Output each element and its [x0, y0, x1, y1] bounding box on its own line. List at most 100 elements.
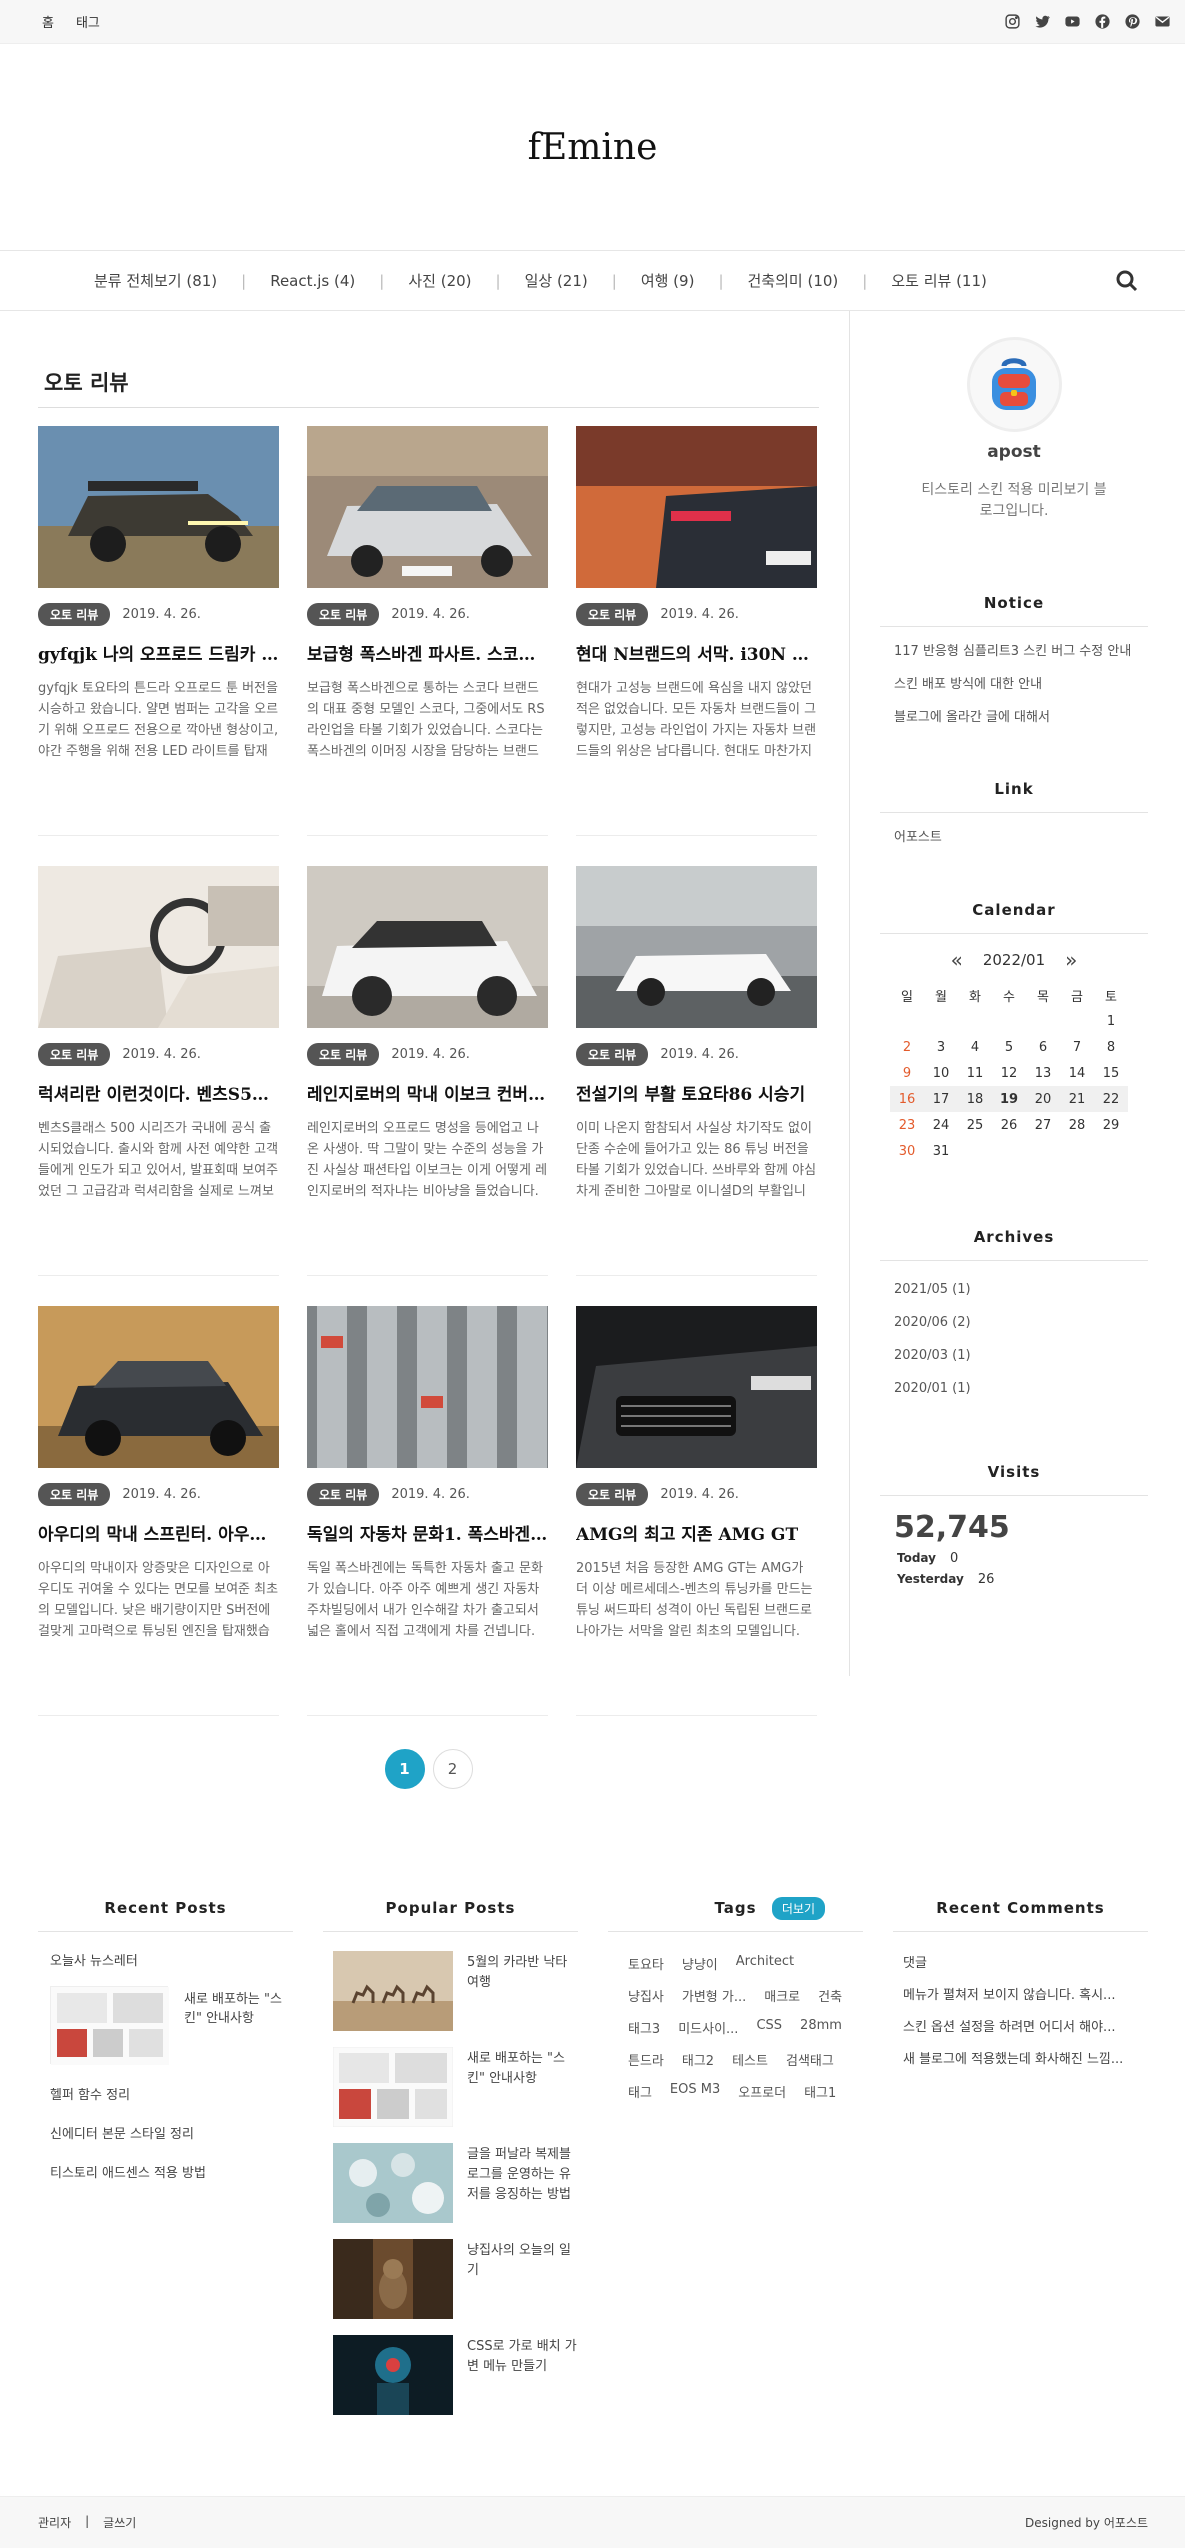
category-badge[interactable]: 오토 리뷰 [576, 1483, 649, 1506]
calendar-day[interactable]: 27 [1026, 1112, 1060, 1138]
next-month-button[interactable]: » [1065, 948, 1077, 972]
category-badge[interactable]: 오토 리뷰 [38, 603, 111, 626]
calendar-day[interactable]: 8 [1094, 1034, 1128, 1060]
notice-item[interactable]: 블로그에 올라간 글에 대해서 [894, 710, 1050, 725]
calendar-day[interactable]: 15 [1094, 1060, 1128, 1086]
post-card[interactable]: 오토 리뷰 2019. 4. 26. 전설기의 부활 토요타86 시승기 이미 나온지… [576, 866, 817, 1276]
calendar-day[interactable]: 19 [992, 1086, 1026, 1112]
category-badge[interactable]: 오토 리뷰 [576, 1043, 649, 1066]
tag-item[interactable]: 태그3 [628, 2018, 660, 2037]
archive-item[interactable]: 2020/01 (1) [894, 1381, 971, 1396]
calendar-day[interactable]: 31 [924, 1138, 958, 1164]
category-badge[interactable]: 오토 리뷰 [38, 1043, 111, 1066]
admin-link[interactable]: 관리자 [38, 2514, 71, 2531]
archive-item[interactable]: 2021/05 (1) [894, 1282, 971, 1297]
notice-item[interactable]: 117 반응형 심플리트3 스킨 버그 수정 안내 [894, 644, 1131, 659]
calendar-day[interactable]: 26 [992, 1112, 1026, 1138]
popular-post-item[interactable]: 새로 배포하는 "스킨" 안내사항 [333, 2047, 578, 2127]
calendar-day[interactable]: 11 [958, 1060, 992, 1086]
calendar-day[interactable]: 9 [890, 1060, 924, 1086]
calendar-day[interactable]: 1 [1094, 1008, 1128, 1034]
post-title[interactable]: 레인지로버의 막내 이보크 컨버터블 [307, 1080, 548, 1105]
archive-item[interactable]: 2020/03 (1) [894, 1348, 971, 1363]
nav-item-daily[interactable]: 일상 (21) [525, 270, 588, 291]
post-card[interactable]: 오토 리뷰 2019. 4. 26. 보급형 폭스바겐 파사트. 스코다 옥타비아보… [307, 426, 548, 836]
popular-post-item[interactable]: 냥집사의 오늘의 일기 [333, 2239, 578, 2319]
category-badge[interactable]: 오토 리뷰 [576, 603, 649, 626]
popular-post-item[interactable]: 5월의 카라반 낙타 여행 [333, 1951, 578, 2031]
pinterest-icon[interactable] [1124, 13, 1141, 30]
post-thumbnail[interactable] [38, 1306, 279, 1468]
nav-item-travel[interactable]: 여행 (9) [641, 270, 695, 291]
youtube-icon[interactable] [1064, 13, 1081, 30]
prev-month-button[interactable]: « [951, 948, 963, 972]
post-title[interactable]: AMG의 최고 지존 AMG GT [576, 1520, 817, 1545]
post-card[interactable]: 오토 리뷰 2019. 4. 26. 레인지로버의 막내 이보크 컨버터블 레인지로버… [307, 866, 548, 1276]
post-card[interactable]: 오토 리뷰 2019. 4. 26. AMG의 최고 지존 AMG GT 2015년 … [576, 1306, 817, 1716]
search-icon[interactable] [1115, 269, 1139, 293]
calendar-day[interactable]: 20 [1026, 1086, 1060, 1112]
calendar-day[interactable]: 29 [1094, 1112, 1128, 1138]
calendar-day[interactable]: 18 [958, 1086, 992, 1112]
post-title[interactable]: 현대 N브랜드의 서막. i30N 패스트백 [576, 640, 817, 665]
calendar-day[interactable]: 14 [1060, 1060, 1094, 1086]
category-badge[interactable]: 오토 리뷰 [307, 1483, 380, 1506]
tag-item[interactable]: 튼드라 [628, 2050, 664, 2069]
calendar-day[interactable]: 12 [992, 1060, 1026, 1086]
calendar-day[interactable]: 6 [1026, 1034, 1060, 1060]
tag-item[interactable]: 테스트 [732, 2050, 768, 2069]
post-title[interactable]: 보급형 폭스바겐 파사트. 스코다 옥타비아 [307, 640, 548, 665]
calendar-day[interactable]: 21 [1060, 1086, 1094, 1112]
post-card[interactable]: 오토 리뷰 2019. 4. 26. gyfqjk 나의 오프로드 드림카 토요타 … [38, 426, 279, 836]
recent-comment-item[interactable]: 새 블로그에 적용했는데 화사해진 느낌... [903, 2052, 1123, 2067]
post-card[interactable]: 오토 리뷰 2019. 4. 26. 아우디의 막내 스프린터. 아우디 A1 아우디… [38, 1306, 279, 1716]
calendar-day[interactable]: 13 [1026, 1060, 1060, 1086]
calendar-day[interactable]: 3 [924, 1034, 958, 1060]
nav-item-all[interactable]: 분류 전체보기 (81) [94, 270, 217, 291]
post-thumbnail[interactable] [38, 426, 279, 588]
twitter-icon[interactable] [1034, 13, 1051, 30]
tag-item[interactable]: 냥냥이 [682, 1954, 718, 1973]
post-thumbnail[interactable] [307, 426, 548, 588]
nav-item-photo[interactable]: 사진 (20) [408, 270, 471, 291]
category-badge[interactable]: 오토 리뷰 [307, 1043, 380, 1066]
tag-item[interactable]: 28mm [800, 2018, 842, 2037]
post-title[interactable]: 아우디의 막내 스프린터. 아우디 A1 [38, 1520, 279, 1545]
nav-item-react[interactable]: React.js (4) [270, 272, 355, 290]
tag-item[interactable]: 태그1 [804, 2082, 836, 2101]
post-thumbnail[interactable] [576, 426, 817, 588]
tag-item[interactable]: 태그 [628, 2082, 652, 2101]
link-item[interactable]: 어포스트 [894, 830, 942, 845]
tag-item[interactable]: 가변형 가... [682, 1986, 746, 2005]
tag-item[interactable]: 건축 [818, 1986, 842, 2005]
calendar-day[interactable]: 2 [890, 1034, 924, 1060]
tag-item[interactable]: 검색태그 [786, 2050, 834, 2069]
avatar[interactable] [966, 337, 1062, 432]
calendar-day[interactable]: 5 [992, 1034, 1026, 1060]
tag-item[interactable]: Architect [736, 1954, 794, 1973]
tag-item[interactable]: 냥집사 [628, 1986, 664, 2005]
tag-item[interactable]: 매크로 [764, 1986, 800, 2005]
post-title[interactable]: 럭셔리란 이런것이다. 벤츠S500 카브리올레 [38, 1080, 279, 1105]
calendar-day[interactable]: 10 [924, 1060, 958, 1086]
post-card[interactable]: 오토 리뷰 2019. 4. 26. 독일의 자동차 문화1. 폭스바겐 아우토슈타… [307, 1306, 548, 1716]
facebook-icon[interactable] [1094, 13, 1111, 30]
site-logo[interactable]: fEmine [528, 127, 658, 168]
post-title[interactable]: gyfqjk 나의 오프로드 드림카 토요타 타코마 [38, 640, 279, 665]
post-thumbnail[interactable] [307, 1306, 548, 1468]
tag-item[interactable]: EOS M3 [670, 2082, 720, 2101]
recent-post-item[interactable]: 티스토리 애드센스 적용 방법 [50, 2166, 206, 2181]
recent-post-item[interactable]: 헬퍼 함수 정리 [50, 2088, 130, 2103]
tag-item[interactable]: 토요타 [628, 1954, 664, 1973]
calendar-day[interactable]: 25 [958, 1112, 992, 1138]
archive-item[interactable]: 2020/06 (2) [894, 1315, 971, 1330]
recent-post-item[interactable]: 신에디터 본문 스타일 정리 [50, 2127, 194, 2142]
nav-item-architecture[interactable]: 건축의미 (10) [748, 270, 839, 291]
notice-item[interactable]: 스킨 배포 방식에 대한 안내 [894, 677, 1042, 692]
popular-post-item[interactable]: 글을 퍼날라 복제블로그를 운영하는 유저를 응징하는 방법 [333, 2143, 578, 2223]
popular-post-item[interactable]: CSS로 가로 배치 가변 메뉴 만들기 [333, 2335, 578, 2415]
post-thumbnail[interactable] [38, 866, 279, 1028]
recent-comment-item[interactable]: 메뉴가 펼쳐저 보이지 않습니다. 혹시... [903, 1988, 1115, 2003]
tag-item[interactable]: 태그2 [682, 2050, 714, 2069]
recent-post-item[interactable]: 새로 배포하는 "스킨" 안내사항 [50, 1986, 293, 2065]
